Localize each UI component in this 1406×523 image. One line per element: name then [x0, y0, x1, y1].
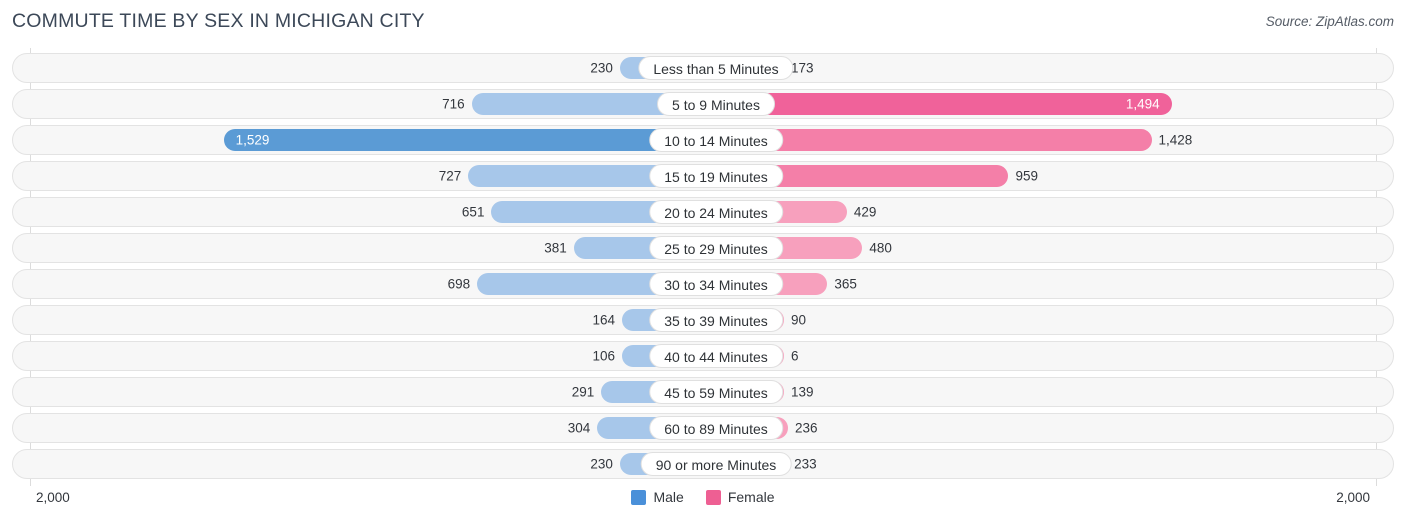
- category-label: Less than 5 Minutes: [638, 56, 794, 80]
- legend-label-female: Female: [727, 489, 775, 505]
- chart-row[interactable]: 291 139 45 to 59 Minutes: [12, 377, 1394, 407]
- chart-row[interactable]: 164 90 35 to 39 Minutes: [12, 305, 1394, 335]
- chart-row[interactable]: 727 959 15 to 19 Minutes: [12, 161, 1394, 191]
- bar-value-male: 727: [438, 168, 462, 184]
- bar-value-female: 236: [794, 420, 818, 436]
- legend-label-male: Male: [653, 489, 684, 505]
- bar-value-male: 381: [544, 240, 567, 256]
- chart-row[interactable]: 651 429 20 to 24 Minutes: [12, 197, 1394, 227]
- bar-value-female: 1,428: [1158, 132, 1193, 148]
- bar-value-male: 230: [590, 60, 613, 76]
- bar-male[interactable]: 1,529: [223, 129, 690, 151]
- category-label: 25 to 29 Minutes: [649, 236, 783, 260]
- bar-value-female: 6: [791, 348, 799, 364]
- category-label: 40 to 44 Minutes: [649, 344, 783, 368]
- bar-value-male: 304: [567, 420, 591, 436]
- bar-value-male: 716: [442, 96, 465, 112]
- chart-row[interactable]: 698 365 30 to 34 Minutes: [12, 269, 1394, 299]
- chart-row[interactable]: 230 233 90 or more Minutes: [12, 449, 1394, 479]
- bar-value-female: 1,494: [1125, 96, 1160, 112]
- bar-value-male: 164: [592, 312, 615, 328]
- chart-row[interactable]: 1,529 1,428 10 to 14 Minutes: [12, 125, 1394, 155]
- category-label: 15 to 19 Minutes: [649, 164, 783, 188]
- page-title: COMMUTE TIME BY SEX IN MICHIGAN CITY: [12, 10, 425, 32]
- bar-value-female: 959: [1015, 168, 1039, 184]
- bar-value-male: 698: [447, 276, 471, 292]
- commute-time-chart: COMMUTE TIME BY SEX IN MICHIGAN CITY Sou…: [0, 0, 1406, 523]
- bar-value-male: 106: [592, 348, 615, 364]
- chart-row[interactable]: 304 236 60 to 89 Minutes: [12, 413, 1394, 443]
- category-label: 20 to 24 Minutes: [649, 200, 783, 224]
- bar-value-male: 1,529: [235, 132, 270, 148]
- bar-female[interactable]: 1,494: [716, 93, 1172, 115]
- category-label: 5 to 9 Minutes: [657, 92, 775, 116]
- category-label: 60 to 89 Minutes: [649, 416, 783, 440]
- category-label: 45 to 59 Minutes: [649, 380, 783, 404]
- legend-item-female[interactable]: Female: [705, 489, 775, 505]
- bar-value-male: 291: [571, 384, 595, 400]
- plot-area: 230 173 Less than 5 Minutes 716 1,494 5 to 9 …: [0, 48, 1406, 486]
- bar-value-female: 173: [791, 60, 814, 76]
- legend-item-male[interactable]: Male: [631, 489, 684, 505]
- category-label: 30 to 34 Minutes: [649, 272, 783, 296]
- chart-row[interactable]: 716 1,494 5 to 9 Minutes: [12, 89, 1394, 119]
- chart-row[interactable]: 230 173 Less than 5 Minutes: [12, 53, 1394, 83]
- bar-value-female: 139: [791, 384, 814, 400]
- chart-row[interactable]: 106 6 40 to 44 Minutes: [12, 341, 1394, 371]
- bar-value-female: 365: [834, 276, 857, 292]
- category-label: 35 to 39 Minutes: [649, 308, 783, 332]
- bar-value-female: 233: [794, 456, 817, 472]
- bar-value-female: 480: [869, 240, 892, 256]
- category-label: 90 or more Minutes: [640, 452, 792, 476]
- legend-swatch-male: [631, 489, 647, 505]
- source-attribution: Source: ZipAtlas.com: [1265, 14, 1394, 29]
- bar-value-male: 651: [461, 204, 485, 220]
- chart-legend: Male Female: [0, 489, 1406, 505]
- bar-value-male: 230: [590, 456, 613, 472]
- bar-value-female: 90: [791, 312, 807, 328]
- chart-row[interactable]: 381 480 25 to 29 Minutes: [12, 233, 1394, 263]
- category-label: 10 to 14 Minutes: [649, 128, 783, 152]
- legend-swatch-female: [705, 489, 721, 505]
- bar-value-female: 429: [853, 204, 877, 220]
